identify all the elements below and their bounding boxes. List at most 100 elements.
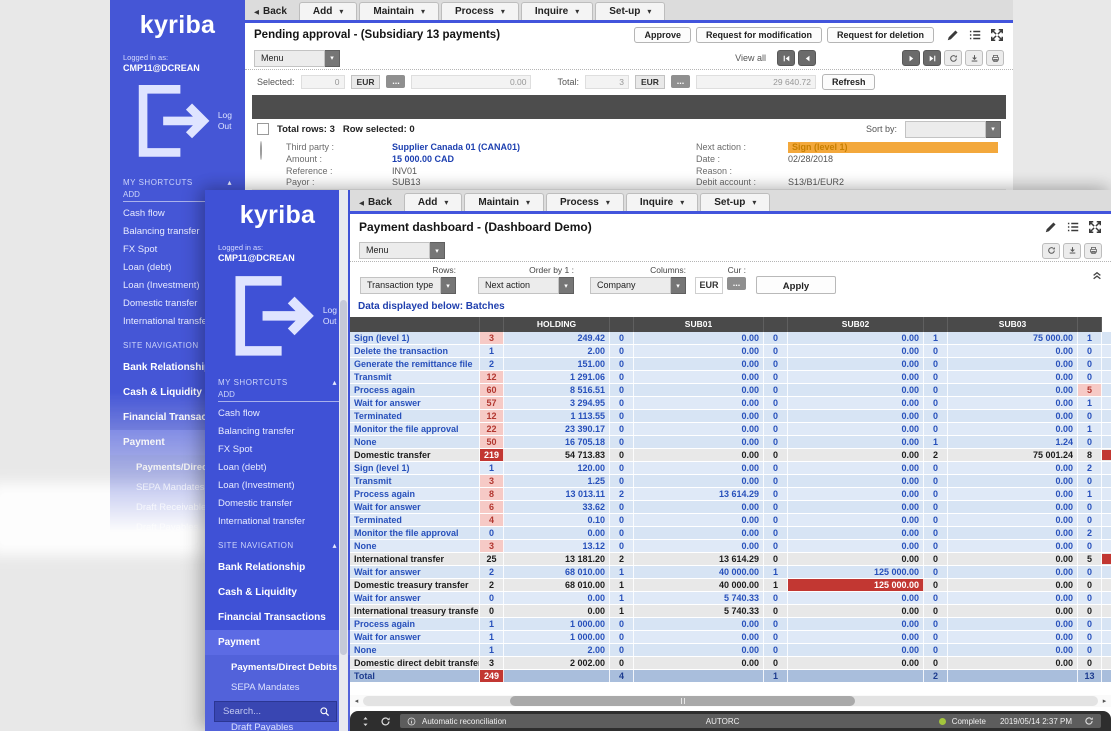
count-cell[interactable]: 1 [610,579,634,591]
my-shortcuts-header[interactable]: MY SHORTCUTS [110,167,245,190]
count-cell[interactable]: 6 [480,501,504,513]
amount-cell[interactable]: 0.00 [788,605,924,617]
amount-cell[interactable]: 0.00 [948,644,1078,656]
total-currency-box[interactable]: EUR [635,75,665,89]
column-header-holding[interactable]: HOLDING [504,317,610,332]
count-cell[interactable]: 0 [610,501,634,513]
table-row[interactable]: Delete the transaction12.0000.0000.0000.… [350,345,1111,358]
count-cell[interactable]: 8 [480,488,504,500]
count-cell[interactable]: 0 [1078,657,1102,669]
count-cell[interactable]: 3 [480,540,504,552]
count-cell[interactable]: 0 [924,657,948,669]
amount-cell[interactable]: 0.00 [788,423,924,435]
amount-cell[interactable]: 0.00 [788,475,924,487]
count-cell[interactable]: 0 [764,358,788,370]
amount-cell[interactable]: 0.00 [948,605,1078,617]
count-cell[interactable]: 0 [924,527,948,539]
amount-cell[interactable]: 0.00 [948,657,1078,669]
count-cell[interactable]: 0 [764,592,788,604]
count-cell[interactable]: 0 [1078,514,1102,526]
amount-cell[interactable]: 33.62 [504,501,610,513]
count-cell[interactable]: 0 [610,631,634,643]
table-row[interactable]: Total24941213 [350,670,1111,683]
menu-dropdown[interactable]: Menu [359,242,445,259]
amount-cell[interactable]: 0.00 [948,384,1078,396]
amount-cell[interactable]: 1 000.00 [504,618,610,630]
table-row[interactable]: Generate the remittance file2151.0000.00… [350,358,1111,371]
amount-cell[interactable]: 0.00 [504,592,610,604]
amount-cell[interactable]: 0.00 [788,488,924,500]
row-radio[interactable] [260,141,262,160]
scroll-right-arrow[interactable] [1100,697,1109,706]
amount-cell[interactable]: 0.00 [948,566,1078,578]
tab-inquire[interactable]: Inquire [521,2,593,20]
count-cell[interactable]: 0 [610,345,634,357]
amount-cell[interactable]: 0.00 [788,332,924,344]
count-cell[interactable]: 0 [924,618,948,630]
amount-cell[interactable]: 0.00 [634,371,764,383]
count-cell[interactable]: 0 [764,397,788,409]
count-cell[interactable]: 0 [1078,475,1102,487]
amount-cell[interactable]: 0.00 [504,605,610,617]
menu-dropdown[interactable]: Menu [254,50,340,67]
count-cell[interactable]: 0 [610,410,634,422]
amount-cell[interactable]: 5 740.33 [634,605,764,617]
amount-cell[interactable] [504,670,610,682]
count-cell[interactable]: 1 [480,618,504,630]
count-cell[interactable]: 0 [1078,410,1102,422]
count-cell[interactable]: 0 [924,358,948,370]
amount-cell[interactable]: 16 705.18 [504,436,610,448]
table-row[interactable]: Transmit121 291.0600.0000.0000.000 [350,371,1111,384]
count-cell[interactable]: 1 [764,670,788,682]
count-cell[interactable]: 0 [924,540,948,552]
count-cell[interactable]: 1 [480,644,504,656]
amount-cell[interactable]: 0.00 [634,332,764,344]
amount-cell[interactable]: 0.00 [634,449,764,461]
shortcut-loan-debt-[interactable]: Loan (debt) [205,458,350,476]
chevron-down-icon[interactable] [325,50,340,67]
count-cell[interactable]: 0 [764,332,788,344]
count-cell[interactable]: 0 [1078,592,1102,604]
tab-process[interactable]: Process [441,2,519,20]
list-icon[interactable] [1066,220,1080,234]
amount-cell[interactable]: 0.00 [634,475,764,487]
amount-cell[interactable]: 1.24 [948,436,1078,448]
table-row[interactable]: Process again813 013.11213 614.2900.0000… [350,488,1111,501]
amount-cell[interactable]: 0.00 [788,397,924,409]
count-cell[interactable]: 0 [924,553,948,565]
count-cell[interactable]: 0 [764,657,788,669]
count-cell[interactable]: 0 [610,358,634,370]
count-cell[interactable]: 0 [924,410,948,422]
amount-cell[interactable]: 0.00 [948,410,1078,422]
count-cell[interactable]: 1 [764,566,788,578]
amount-cell[interactable] [634,670,764,682]
columns-dropdown[interactable]: Company [590,277,686,294]
amount-cell[interactable]: 0.00 [788,527,924,539]
table-row[interactable]: Terminated40.1000.0000.0000.000 [350,514,1111,527]
amount-cell[interactable]: 1 000.00 [504,631,610,643]
search-icon[interactable] [319,706,330,717]
count-cell[interactable]: 0 [610,449,634,461]
amount-cell[interactable]: 68 010.00 [504,579,610,591]
count-cell[interactable]: 0 [610,540,634,552]
currency-field[interactable]: EUR [695,277,723,294]
count-cell[interactable]: 0 [764,605,788,617]
task-refresh-icon[interactable] [380,716,391,727]
table-row[interactable]: Wait for answer11 000.0000.0000.0000.000 [350,631,1111,644]
tab-set-up[interactable]: Set-up [595,2,665,20]
amount-cell[interactable]: 0.00 [948,345,1078,357]
table-row[interactable]: Domestic treasury transfer268 010.00140 … [350,579,1111,592]
rows-filter-dropdown[interactable]: Transaction type [360,277,456,294]
scrollbar-track[interactable] [363,696,1098,706]
chevron-down-icon[interactable] [430,242,445,259]
next-button[interactable] [902,50,920,66]
count-cell[interactable]: 2 [480,579,504,591]
pencil-icon[interactable] [946,28,960,42]
count-cell[interactable]: 12 [480,371,504,383]
sidebar-item-sepa-mandates[interactable]: SEPA Mandates [205,677,350,697]
shortcut-loan-investment-[interactable]: Loan (Investment) [205,476,350,494]
amount-cell[interactable]: 0.10 [504,514,610,526]
tab-process[interactable]: Process [546,193,624,211]
amount-cell[interactable]: 249.42 [504,332,610,344]
count-cell[interactable]: 0 [764,631,788,643]
